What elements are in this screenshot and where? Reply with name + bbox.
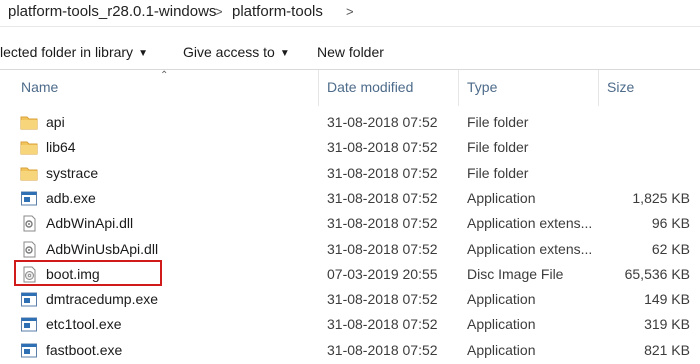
file-type: Disc Image File — [467, 265, 564, 282]
file-name: dmtracedump.exe — [46, 291, 159, 308]
breadcrumb: platform-tools_r28.0.1-windows > platfor… — [0, 0, 700, 27]
file-size: 1,825 KB — [632, 189, 690, 206]
file-row[interactable]: lib64 31-08-2018 07:52 File folder — [0, 135, 700, 160]
file-name: api — [46, 114, 65, 130]
file-size: 96 KB — [651, 215, 690, 232]
column-divider[interactable] — [458, 70, 459, 106]
file-type: Application — [467, 291, 536, 308]
column-header-date-modified[interactable]: Date modified — [327, 79, 413, 95]
file-size: 149 KB — [644, 291, 690, 308]
column-divider[interactable] — [318, 70, 319, 106]
application-icon — [20, 316, 38, 333]
file-date-modified: 31-08-2018 07:52 — [327, 316, 438, 333]
file-date-modified: 31-08-2018 07:52 — [327, 139, 438, 156]
file-type: Application — [467, 316, 536, 333]
dll-icon — [20, 241, 38, 258]
file-size: 62 KB — [651, 240, 690, 257]
application-icon — [20, 342, 38, 359]
file-name: fastboot.exe — [46, 341, 123, 358]
file-name: lib64 — [46, 139, 76, 156]
column-header-type[interactable]: Type — [467, 79, 497, 95]
column-divider[interactable] — [598, 70, 599, 106]
breadcrumb-item-platform-tools[interactable]: platform-tools — [232, 3, 323, 20]
file-date-modified: 31-08-2018 07:52 — [327, 341, 438, 358]
sort-ascending-icon: ⌃ — [160, 70, 169, 81]
file-name: etc1tool.exe — [46, 316, 122, 333]
file-row[interactable]: AdbWinUsbApi.dll 31-08-2018 07:52 Applicat… — [0, 237, 700, 262]
file-date-modified: 31-08-2018 07:52 — [327, 240, 438, 257]
file-size: 319 KB — [644, 316, 690, 333]
folder-icon — [20, 114, 38, 131]
file-row[interactable]: systrace 31-08-2018 07:52 File folder — [0, 161, 700, 186]
file-name: AdbWinUsbApi.dll — [46, 240, 159, 257]
include-in-library-label: lected folder in library — [0, 44, 134, 60]
file-row[interactable]: dmtracedump.exe 31-08-2018 07:52 Applicati… — [0, 287, 700, 312]
include-in-library-button[interactable]: lected folder in library ▼ — [0, 44, 148, 60]
file-type: Application — [467, 189, 536, 206]
application-icon — [20, 190, 38, 207]
chevron-down-icon: ▼ — [138, 48, 148, 59]
dll-icon — [20, 215, 38, 232]
file-type: Application extens... — [467, 215, 593, 232]
file-name: AdbWinApi.dll — [46, 215, 134, 232]
file-date-modified: 31-08-2018 07:52 — [327, 189, 438, 206]
column-header-row: ⌃ Name Date modified Type Size — [0, 70, 700, 106]
file-type: File folder — [467, 139, 529, 156]
file-date-modified: 31-08-2018 07:52 — [327, 291, 438, 308]
new-folder-button[interactable]: New folder — [317, 44, 384, 60]
file-size: 821 KB — [644, 341, 690, 358]
folder-icon — [20, 139, 38, 156]
file-row[interactable]: fastboot.exe 31-08-2018 07:52 Application 8… — [0, 338, 700, 363]
file-type: Application extens... — [467, 240, 593, 257]
breadcrumb-item-platform-tools-windows[interactable]: platform-tools_r28.0.1-windows — [8, 3, 216, 20]
file-date-modified: 31-08-2018 07:52 — [327, 215, 438, 232]
file-name: adb.exe — [46, 189, 96, 206]
file-name: systrace — [46, 164, 99, 181]
selection-highlight-box — [14, 260, 162, 286]
folder-icon — [20, 165, 38, 182]
file-date-modified: 31-08-2018 07:52 — [327, 114, 438, 130]
file-row[interactable]: etc1tool.exe 31-08-2018 07:52 Application 3… — [0, 312, 700, 337]
give-access-label: Give access to — [183, 44, 275, 60]
column-header-size[interactable]: Size — [607, 79, 634, 95]
application-icon — [20, 291, 38, 308]
file-row[interactable]: api 31-08-2018 07:52 File folder — [0, 110, 700, 135]
file-row[interactable]: AdbWinApi.dll 31-08-2018 07:52 Application… — [0, 211, 700, 236]
file-size: 65,536 KB — [624, 265, 690, 282]
give-access-button[interactable]: Give access to ▼ — [183, 44, 290, 60]
breadcrumb-separator-icon[interactable]: > — [215, 4, 223, 19]
breadcrumb-separator-icon[interactable]: > — [346, 4, 354, 19]
command-bar: lected folder in library ▼ Give access to… — [0, 35, 700, 70]
file-date-modified: 07-03-2019 20:55 — [327, 265, 438, 282]
file-type: File folder — [467, 164, 529, 181]
chevron-down-icon: ▼ — [279, 48, 290, 59]
column-header-name[interactable]: Name — [21, 79, 58, 95]
file-type: File folder — [467, 114, 529, 130]
file-row[interactable]: adb.exe 31-08-2018 07:52 Application 1,825 … — [0, 186, 700, 211]
file-type: Application — [467, 341, 536, 358]
file-date-modified: 31-08-2018 07:52 — [327, 164, 438, 181]
